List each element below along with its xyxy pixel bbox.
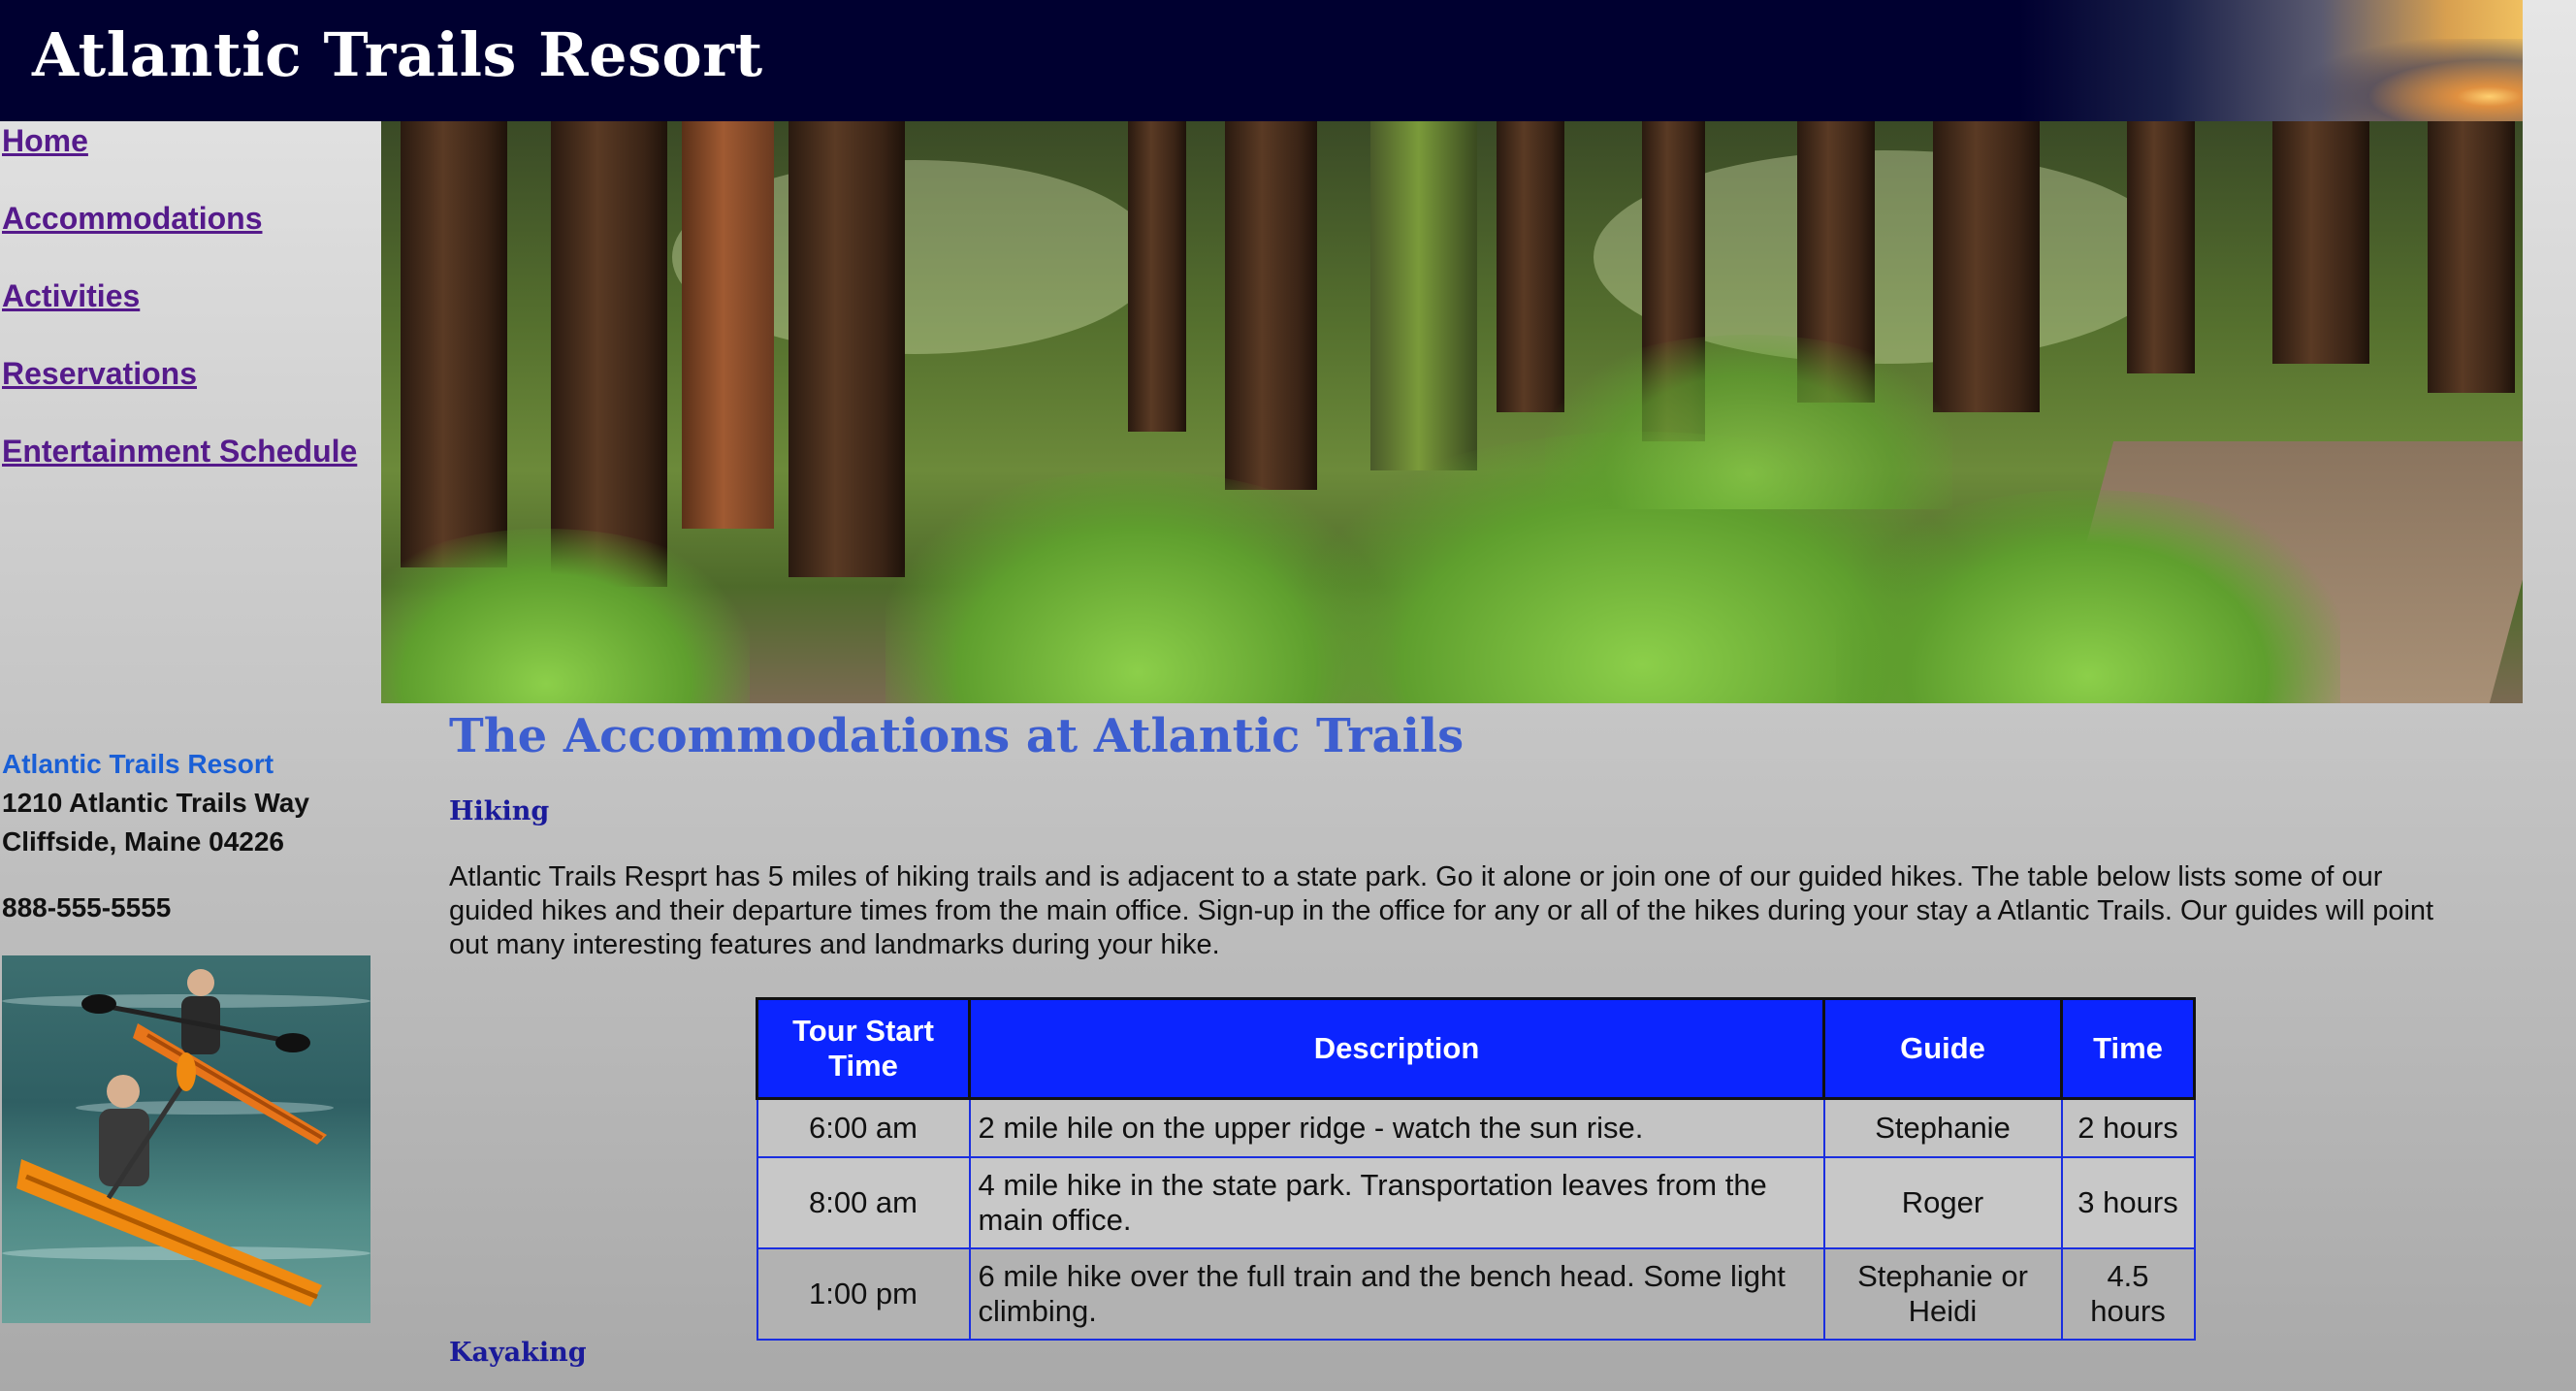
hiking-intro: Atlantic Trails Resprt has 5 miles of hi…	[449, 861, 2434, 960]
tree-trunk	[551, 121, 667, 587]
hiking-heading: Hiking	[449, 796, 550, 826]
resort-address: Atlantic Trails Resort 1210 Atlantic Tra…	[2, 745, 309, 927]
hero-forest-photo	[381, 121, 2523, 703]
tree-trunk	[789, 121, 905, 577]
site-title: Atlantic Trails Resort	[32, 19, 763, 90]
table-row: 1:00 pm 6 mile hike over the full train …	[756, 1246, 2196, 1341]
nav-link-reservations[interactable]: Reservations	[2, 354, 380, 432]
table-header: Description	[968, 997, 1825, 1100]
fern-foliage	[381, 529, 750, 703]
kayakers-illustration	[16, 969, 327, 1307]
tree-trunk	[1933, 121, 2040, 412]
table-cell: 4 mile hike in the state park. Transport…	[968, 1155, 1825, 1249]
tree-trunk	[1225, 121, 1317, 490]
tree-trunk	[401, 121, 507, 567]
nav-link-activities[interactable]: Activities	[2, 276, 380, 354]
table-cell: 6:00 am	[756, 1097, 971, 1158]
paddle-blade	[81, 994, 116, 1014]
nav-link-entertainment-schedule[interactable]: Entertainment Schedule	[2, 432, 380, 509]
table-cell: 2 mile hile on the upper ridge - watch t…	[968, 1097, 1825, 1158]
guided-hikes-table: Tour Start Time Description Guide Time 6…	[756, 997, 2196, 1341]
tree-trunk	[1370, 121, 1477, 470]
table-cell: Stephanie	[1822, 1097, 2063, 1158]
kayaker-head	[107, 1075, 140, 1108]
address-city: Cliffside, Maine 04226	[2, 826, 285, 857]
table-row: 6:00 am 2 mile hile on the upper ridge -…	[756, 1097, 2196, 1158]
paddle-blade	[177, 1052, 196, 1091]
tree-trunk	[682, 121, 774, 529]
table-header-row: Tour Start Time Description Guide Time	[756, 997, 2196, 1100]
tree-trunk	[1497, 121, 1564, 412]
table-header: Time	[2060, 997, 2196, 1100]
fern-foliage	[1545, 335, 1952, 509]
nav-link-accommodations[interactable]: Accommodations	[2, 199, 380, 276]
sunset-graphic	[2300, 39, 2523, 121]
kayak-shape	[16, 1159, 322, 1307]
address-name: Atlantic Trails Resort	[2, 749, 274, 779]
table-cell: 6 mile hike over the full train and the …	[968, 1246, 1825, 1341]
main-nav: Home Accommodations Activities Reservati…	[2, 121, 380, 509]
table-cell: Stephanie or Heidi	[1822, 1246, 2063, 1341]
kayak-shape	[25, 1174, 318, 1300]
kayaking-heading: Kayaking	[449, 1338, 587, 1368]
table-cell: Roger	[1822, 1155, 2063, 1249]
address-street: 1210 Atlantic Trails Way	[2, 788, 309, 818]
nav-link-home[interactable]: Home	[2, 121, 380, 199]
table-header: Guide	[1822, 997, 2063, 1100]
tree-trunk	[2428, 121, 2515, 393]
paddle-blade	[275, 1033, 310, 1052]
table-cell: 4.5 hours	[2060, 1246, 2196, 1341]
kayaker-head	[187, 969, 214, 996]
site-header: Atlantic Trails Resort	[0, 0, 2523, 121]
table-cell: 1:00 pm	[756, 1246, 971, 1341]
table-row: 8:00 am 4 mile hike in the state park. T…	[756, 1155, 2196, 1249]
tree-trunk	[2127, 121, 2195, 373]
table-cell: 8:00 am	[756, 1155, 971, 1249]
page-title: The Accommodations at Atlantic Trails	[449, 709, 1465, 763]
address-phone: 888-555-5555	[2, 892, 172, 922]
tree-trunk	[2272, 121, 2369, 364]
table-header: Tour Start Time	[756, 997, 971, 1100]
tree-trunk	[1128, 121, 1186, 432]
table-cell: 2 hours	[2060, 1097, 2196, 1158]
table-cell: 3 hours	[2060, 1155, 2196, 1249]
kayak-photo	[2, 955, 370, 1323]
